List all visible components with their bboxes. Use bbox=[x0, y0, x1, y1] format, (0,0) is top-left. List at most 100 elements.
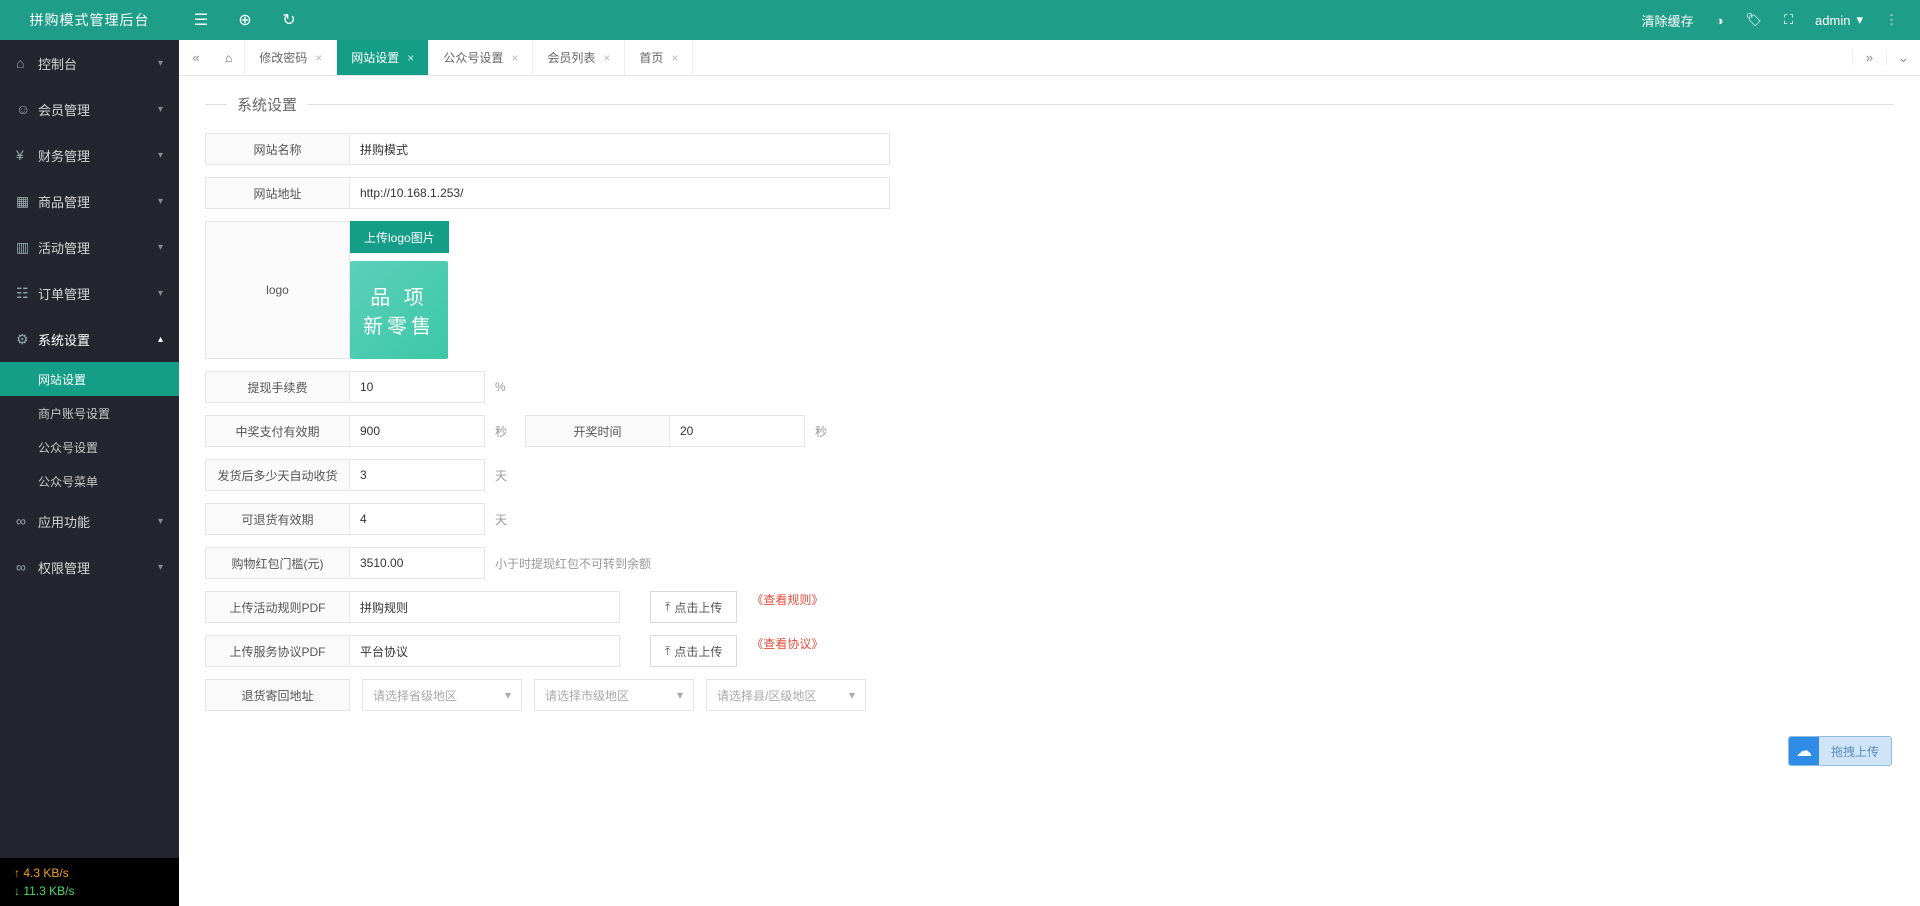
close-icon[interactable]: × bbox=[511, 51, 518, 65]
sidebar-submenu-system: 网站设置 商户账号设置 公众号设置 公众号菜单 bbox=[0, 362, 179, 498]
home-icon: ⌂ bbox=[16, 55, 38, 71]
chevron-down-icon: ▾ bbox=[158, 516, 163, 527]
tabs-prev-icon[interactable]: « bbox=[179, 50, 213, 65]
chevron-down-icon: ▾ bbox=[158, 562, 163, 573]
input-pay-valid[interactable] bbox=[350, 415, 485, 447]
chevron-down-icon: ▾ bbox=[158, 288, 163, 299]
close-icon[interactable]: × bbox=[315, 51, 322, 65]
label-refund-valid: 可退货有效期 bbox=[205, 503, 350, 535]
label-svc-pdf: 上传服务协议PDF bbox=[205, 635, 350, 667]
label-open-time: 开奖时间 bbox=[525, 415, 670, 447]
admin-label: admin bbox=[1815, 13, 1850, 28]
sidebar-sub-merchant[interactable]: 商户账号设置 bbox=[0, 396, 179, 430]
select-county[interactable]: 请选择县/区级地区▾ bbox=[706, 679, 866, 711]
label-site-url: 网站地址 bbox=[205, 177, 350, 209]
input-auto-receive[interactable] bbox=[350, 459, 485, 491]
suffix-sec2: 秒 bbox=[805, 415, 845, 447]
sidebar-item-activity[interactable]: ▥活动管理▾ bbox=[0, 224, 179, 270]
sidebar-sub-site-setting[interactable]: 网站设置 bbox=[0, 362, 179, 396]
speed-icon[interactable]: ◑ bbox=[1716, 13, 1724, 28]
tab-homepage[interactable]: 首页× bbox=[625, 40, 693, 75]
select-city[interactable]: 请选择市级地区▾ bbox=[534, 679, 694, 711]
tab-change-password[interactable]: 修改密码× bbox=[245, 40, 337, 75]
input-refund-valid[interactable] bbox=[350, 503, 485, 535]
gear-icon: ⚙ bbox=[16, 331, 38, 348]
tab-home-icon[interactable]: ⌂ bbox=[213, 40, 245, 75]
chevron-down-icon: ▾ bbox=[677, 688, 683, 702]
upload-svc-button[interactable]: ⤒点击上传 bbox=[650, 635, 737, 667]
tag-icon[interactable]: 🏷 bbox=[1745, 12, 1762, 28]
fullscreen-icon[interactable]: ⛶ bbox=[1784, 12, 1793, 28]
globe-icon[interactable]: ⊕ bbox=[223, 10, 267, 30]
network-status: ↑ 4.3 KB/s ↓ 11.3 KB/s bbox=[0, 858, 179, 906]
input-open-time[interactable] bbox=[670, 415, 805, 447]
header-left-icons: ☰ ⊕ ↻ bbox=[179, 10, 311, 30]
label-logo: logo bbox=[205, 221, 350, 359]
chevron-down-icon: ▾ bbox=[1856, 12, 1863, 28]
input-rule-pdf[interactable] bbox=[350, 591, 620, 623]
main-content: 系统设置 网站名称 网站地址 logo 上传logo图片 品 项 新零售 提现手… bbox=[179, 76, 1920, 906]
sidebar-sub-wechat[interactable]: 公众号设置 bbox=[0, 430, 179, 464]
sidebar-item-console[interactable]: ⌂控制台▾ bbox=[0, 40, 179, 86]
sidebar-item-product[interactable]: ▦商品管理▾ bbox=[0, 178, 179, 224]
upload-icon: ⤒ bbox=[665, 644, 670, 659]
suffix-sec: 秒 bbox=[485, 415, 525, 447]
close-icon[interactable]: × bbox=[671, 51, 678, 65]
sidebar-item-order[interactable]: ☷订单管理▾ bbox=[0, 270, 179, 316]
sidebar-item-permission[interactable]: ∞权限管理▾ bbox=[0, 544, 179, 590]
section-title: 系统设置 bbox=[205, 94, 1894, 115]
tabs-next-icon[interactable]: » bbox=[1852, 50, 1886, 66]
tab-strip: « ⌂ 修改密码× 网站设置× 公众号设置× 会员列表× 首页× » ⌄ bbox=[179, 40, 1920, 76]
view-rule-link[interactable]: 《查看规则》 bbox=[751, 591, 823, 623]
grid-icon: ▦ bbox=[16, 193, 38, 210]
upload-speed: ↑ 4.3 KB/s bbox=[14, 864, 165, 882]
chevron-down-icon: ▾ bbox=[158, 242, 163, 253]
more-icon[interactable]: ⋮ bbox=[1885, 12, 1898, 28]
tab-member-list[interactable]: 会员列表× bbox=[533, 40, 625, 75]
link-icon: ∞ bbox=[16, 559, 38, 575]
suffix-day2: 天 bbox=[485, 503, 525, 535]
label-pay-valid: 中奖支付有效期 bbox=[205, 415, 350, 447]
close-icon[interactable]: × bbox=[407, 51, 414, 65]
sidebar-item-finance[interactable]: ¥财务管理▾ bbox=[0, 132, 179, 178]
chevron-down-icon: ▾ bbox=[158, 150, 163, 161]
view-svc-link[interactable]: 《查看协议》 bbox=[751, 635, 823, 667]
admin-menu[interactable]: admin ▾ bbox=[1815, 12, 1863, 28]
link-icon: ∞ bbox=[16, 513, 38, 529]
tabs-menu-icon[interactable]: ⌄ bbox=[1886, 50, 1920, 66]
sidebar: ⌂控制台▾ ☺会员管理▾ ¥财务管理▾ ▦商品管理▾ ▥活动管理▾ ☷订单管理▾… bbox=[0, 40, 179, 906]
sidebar-item-system[interactable]: ⚙系统设置▴ bbox=[0, 316, 179, 362]
tab-site-setting[interactable]: 网站设置× bbox=[337, 40, 429, 75]
input-site-url[interactable] bbox=[350, 177, 890, 209]
input-svc-pdf[interactable] bbox=[350, 635, 620, 667]
upload-rule-button[interactable]: ⤒点击上传 bbox=[650, 591, 737, 623]
logo-preview: 品 项 新零售 bbox=[350, 261, 448, 359]
label-return-addr: 退货寄回地址 bbox=[205, 679, 350, 711]
label-withdraw-fee: 提现手续费 bbox=[205, 371, 350, 403]
close-icon[interactable]: × bbox=[603, 51, 610, 65]
sidebar-item-member[interactable]: ☺会员管理▾ bbox=[0, 86, 179, 132]
upload-logo-button[interactable]: 上传logo图片 bbox=[350, 221, 449, 253]
chevron-down-icon: ▾ bbox=[849, 688, 855, 702]
download-speed: ↓ 11.3 KB/s bbox=[14, 882, 165, 900]
sidebar-item-app[interactable]: ∞应用功能▾ bbox=[0, 498, 179, 544]
input-red-threshold[interactable] bbox=[350, 547, 485, 579]
label-auto-receive: 发货后多少天自动收货 bbox=[205, 459, 350, 491]
yen-icon: ¥ bbox=[16, 147, 38, 163]
input-site-name[interactable] bbox=[350, 133, 890, 165]
tab-wechat-setting[interactable]: 公众号设置× bbox=[429, 40, 533, 75]
header-right: 清除缓存 ◑ 🏷 ⛶ admin ▾ ⋮ bbox=[1642, 11, 1920, 30]
brand-title: 拼购模式管理后台 bbox=[0, 10, 179, 30]
cloud-upload-widget[interactable]: ☁ 拖拽上传 bbox=[1788, 736, 1892, 766]
menu-toggle-icon[interactable]: ☰ bbox=[179, 10, 223, 30]
sidebar-sub-wechat-menu[interactable]: 公众号菜单 bbox=[0, 464, 179, 498]
hint-red-threshold: 小于时提现红包不可转到余额 bbox=[485, 547, 651, 579]
refresh-icon[interactable]: ↻ bbox=[267, 10, 311, 30]
input-withdraw-fee[interactable] bbox=[350, 371, 485, 403]
chevron-up-icon: ▴ bbox=[158, 334, 163, 345]
chevron-down-icon: ▾ bbox=[505, 688, 511, 702]
chevron-down-icon: ▾ bbox=[158, 104, 163, 115]
clear-cache-link[interactable]: 清除缓存 bbox=[1642, 11, 1694, 30]
select-province[interactable]: 请选择省级地区▾ bbox=[362, 679, 522, 711]
cloud-icon: ☁ bbox=[1789, 737, 1819, 765]
